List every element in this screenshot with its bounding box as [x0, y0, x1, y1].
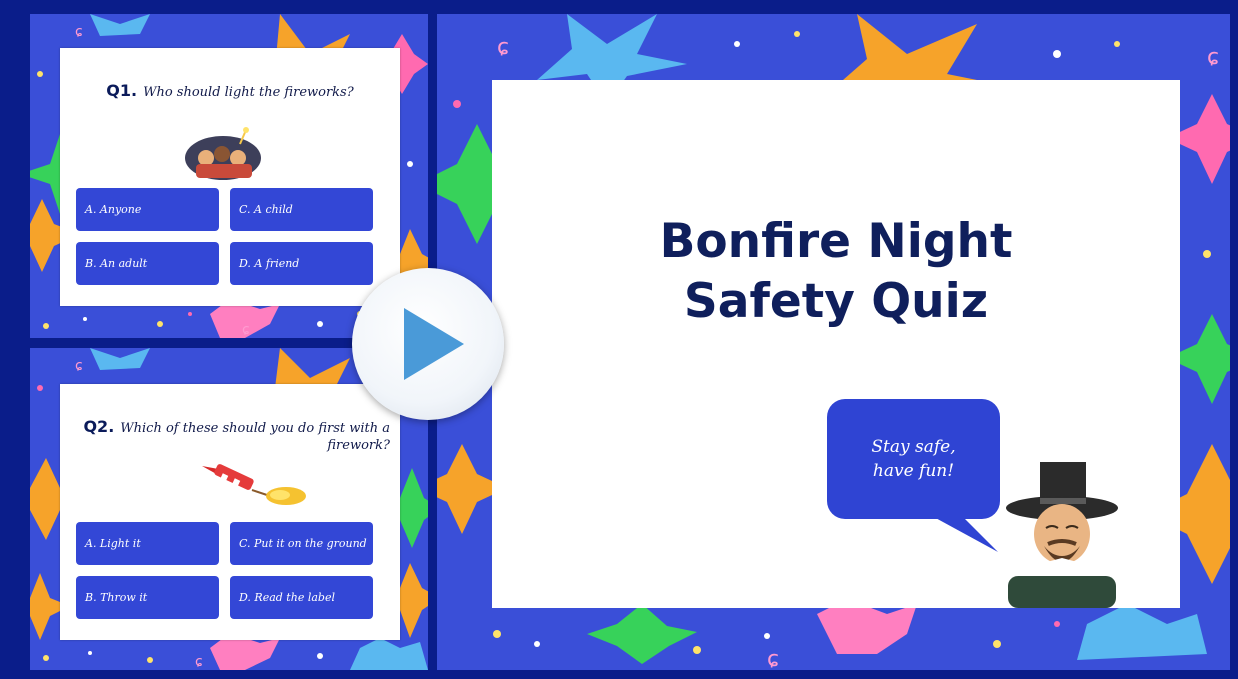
bubble-line-2: have fun! [872, 461, 955, 481]
speech-bubble: Stay safe, have fun! [827, 399, 1000, 519]
svg-text:ɕ: ɕ [242, 322, 250, 338]
bubble-line-1: Stay safe, [871, 437, 956, 457]
question-card: Q1. Who should light the fireworks? A. An… [60, 48, 400, 306]
main-slide-preview[interactable]: ɕ ɕ ɕ Bonfire Night Safety Quiz Stay saf… [437, 14, 1230, 670]
guy-fawkes-icon [1006, 462, 1118, 608]
title-line-2: Safety Quiz [683, 274, 989, 329]
question-number: Q2. [83, 417, 115, 436]
svg-text:ɕ: ɕ [195, 654, 203, 670]
rocket-firework-icon [202, 464, 306, 505]
question-text: Q1. Who should light the fireworks? [74, 82, 386, 101]
answer-a-button[interactable]: A. Light it [76, 522, 219, 565]
title-line-1: Bonfire Night [659, 214, 1013, 269]
speech-bubble-tail [932, 516, 998, 552]
answer-d-button[interactable]: D. Read the label [230, 576, 373, 619]
svg-text:ɕ: ɕ [75, 358, 83, 374]
answer-b-button[interactable]: B. Throw it [76, 576, 219, 619]
play-icon [404, 308, 464, 380]
fireworks-crowd-icon [185, 127, 261, 180]
svg-text:ɕ: ɕ [1207, 45, 1219, 70]
answer-c-button[interactable]: C. Put it on the ground [230, 522, 373, 565]
answer-b-button[interactable]: B. An adult [76, 242, 219, 285]
svg-text:ɕ: ɕ [767, 647, 779, 670]
play-button[interactable] [352, 268, 504, 420]
question-text: Q2. Which of these should you do first wi… [82, 418, 390, 454]
slide-title: Bonfire Night Safety Quiz [492, 212, 1180, 332]
question-label: Who should light the fireworks? [143, 85, 354, 100]
title-card: Bonfire Night Safety Quiz Stay safe, hav… [492, 80, 1180, 608]
svg-text:ɕ: ɕ [75, 24, 83, 40]
question-number: Q1. [106, 81, 138, 100]
answer-a-button[interactable]: A. Anyone [76, 188, 219, 231]
question-card: Q2. Which of these should you do first wi… [60, 384, 400, 640]
answer-c-button[interactable]: C. A child [230, 188, 373, 231]
svg-text:ɕ: ɕ [497, 35, 509, 60]
question-label: Which of these should you do first with … [120, 421, 390, 453]
